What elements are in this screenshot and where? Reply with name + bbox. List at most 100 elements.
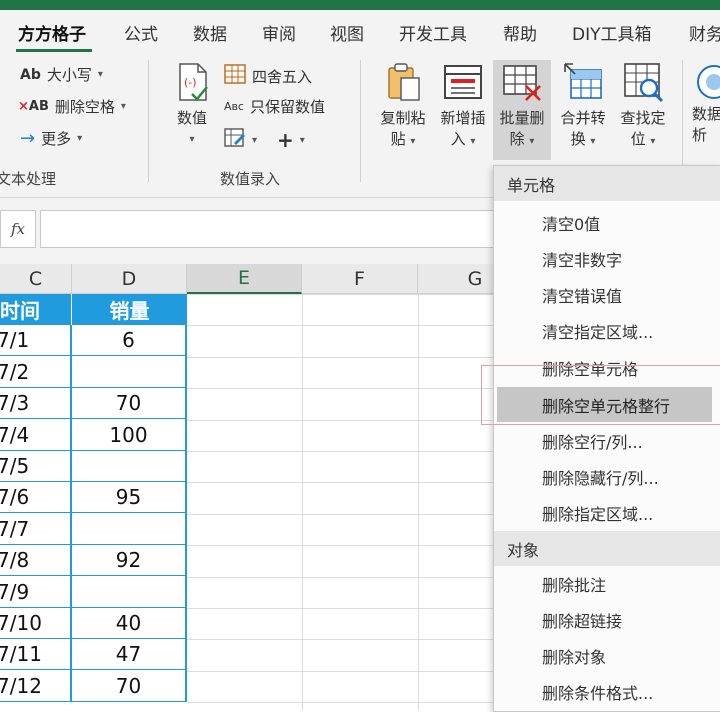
date-cell[interactable]: 7/3 — [0, 388, 72, 419]
menu-item-delete-hyperlinks[interactable]: 删除超链接 — [494, 602, 720, 637]
dropdown-caret-icon: ▾ — [529, 136, 535, 147]
round-grid-icon — [224, 64, 246, 88]
grid-hline — [187, 420, 493, 421]
insert-new-button[interactable]: 新增插 入 ▾ — [434, 60, 492, 152]
ribbon-tabs: 方方格子 公式 数据 审阅 视图 开发工具 帮助 DIY工具箱 财务 — [0, 10, 720, 52]
column-header-f[interactable]: F — [302, 264, 418, 294]
delete-space-button[interactable]: ×AB 删除空格 ▾ — [18, 96, 126, 117]
date-cell[interactable]: 7/2 — [0, 356, 72, 388]
menu-item-delete-range[interactable]: 删除指定区域... — [494, 495, 720, 530]
value-sheet-icon: (-) — [170, 60, 214, 104]
copy-paste-button[interactable]: 复制粘 贴 ▾ — [372, 60, 434, 152]
grid-hline — [187, 608, 493, 609]
grid-hline — [187, 388, 493, 389]
menu-item-delete-objects[interactable]: 删除对象 — [494, 638, 720, 673]
dropdown-caret-icon[interactable]: ▾ — [252, 135, 257, 146]
tab-formula[interactable]: 公式 — [124, 20, 158, 45]
date-cell[interactable]: 7/4 — [0, 419, 72, 451]
menu-item-clear-non-number[interactable]: 清空非数字 — [494, 241, 720, 276]
group-label-text-processing: 文本处理 — [0, 170, 57, 188]
date-cell[interactable]: 7/9 — [0, 576, 72, 608]
tab-diy-toolbox[interactable]: DIY工具箱 — [572, 20, 652, 45]
tab-developer[interactable]: 开发工具 — [399, 20, 467, 45]
batch-delete-menu: 单元格 清空0值 清空非数字 清空错误值 清空指定区域... 删除空单元格 删除… — [493, 165, 720, 712]
sales-cell[interactable]: 40 — [72, 608, 187, 639]
tab-fangfanggezi[interactable]: 方方格子 — [18, 20, 86, 45]
grid-hline — [187, 702, 493, 703]
menu-item-delete-empty-rows-cols[interactable]: 删除空行/列... — [494, 423, 720, 458]
column-header-c[interactable]: C — [0, 264, 72, 294]
tab-review[interactable]: 审阅 — [262, 20, 296, 45]
keep-value-button[interactable]: Aʙᴄ 只保留数值 — [224, 96, 325, 117]
find-locate-button[interactable]: 查找定 位 ▾ — [614, 60, 672, 152]
sales-cell[interactable]: 70 — [72, 388, 187, 419]
menu-item-delete-conditional-format[interactable]: 删除条件格式... — [494, 674, 720, 709]
dropdown-caret-icon: ▾ — [470, 136, 476, 147]
grid-hline — [187, 482, 493, 483]
sales-cell[interactable]: 95 — [72, 482, 187, 513]
sales-cell[interactable]: 92 — [72, 545, 187, 576]
clipboard-icon — [381, 60, 425, 104]
menu-item-delete-hidden-rows-cols[interactable]: 删除隐藏行/列... — [494, 459, 720, 494]
more-button[interactable]: → 更多 ▾ — [20, 128, 82, 149]
date-cell[interactable]: 7/11 — [0, 639, 72, 670]
sales-cell[interactable]: 70 — [72, 670, 187, 702]
sales-cell[interactable] — [72, 576, 187, 608]
abc-icon: Aʙᴄ — [224, 100, 244, 113]
group-separator — [148, 60, 149, 182]
sales-cell[interactable]: 100 — [72, 419, 187, 451]
menu-item-clear-zero[interactable]: 清空0值 — [494, 205, 720, 240]
sales-cell[interactable] — [72, 513, 187, 545]
find-grid-icon — [621, 60, 665, 104]
grid-hline — [187, 577, 493, 578]
group-separator — [360, 60, 361, 182]
round-button[interactable]: 四舍五入 — [224, 64, 312, 88]
insert-rows-icon — [441, 60, 485, 104]
number-format-tools: ▾ + ▾ — [224, 128, 305, 152]
sales-cell[interactable]: 6 — [72, 325, 187, 356]
menu-item-clear-error[interactable]: 清空错误值 — [494, 277, 720, 312]
dropdown-caret-icon[interactable]: ▾ — [300, 135, 305, 146]
title-bar-strip — [0, 0, 720, 10]
date-cell[interactable]: 7/7 — [0, 513, 72, 545]
column-header-e[interactable]: E — [187, 264, 302, 294]
sales-cell[interactable] — [72, 356, 187, 388]
sales-cell[interactable] — [72, 451, 187, 482]
case-button[interactable]: Ab 大小写 ▾ — [20, 64, 103, 85]
tab-finance[interactable]: 财务 — [689, 20, 720, 45]
date-cell[interactable]: 7/5 — [0, 451, 72, 482]
fx-icon[interactable]: fx — [0, 210, 36, 248]
dropdown-caret-icon: ▾ — [120, 101, 126, 112]
delete-grid-icon — [500, 60, 544, 104]
menu-section-objects: 对象 — [494, 531, 720, 566]
batch-delete-button[interactable]: 批量删 除 ▾ — [493, 60, 551, 160]
tab-view[interactable]: 视图 — [330, 20, 364, 45]
header-cell-sales[interactable]: 销量 — [72, 294, 187, 325]
edit-grid-icon[interactable] — [224, 128, 246, 152]
plus-icon[interactable]: + — [277, 128, 294, 152]
column-header-d[interactable]: D — [72, 264, 187, 294]
value-button[interactable]: (-) 数值 ▾ — [166, 60, 218, 150]
merge-convert-button[interactable]: 合并转 换 ▾ — [554, 60, 612, 152]
arrow-right-icon: → — [20, 128, 36, 149]
date-cell[interactable]: 7/8 — [0, 545, 72, 576]
date-cell[interactable]: 7/10 — [0, 608, 72, 639]
data-analysis-icon — [692, 60, 720, 104]
tab-data[interactable]: 数据 — [193, 20, 227, 45]
dropdown-caret-icon: ▾ — [650, 136, 656, 147]
group-label-number-input: 数值录入 — [220, 170, 281, 188]
data-analysis-button[interactable]: 数据 析 — [692, 60, 720, 146]
menu-item-clear-range[interactable]: 清空指定区域... — [494, 313, 720, 348]
tab-help[interactable]: 帮助 — [503, 20, 537, 45]
grid-hline — [187, 325, 493, 326]
date-cell[interactable]: 7/12 — [0, 670, 72, 702]
date-cell[interactable]: 7/6 — [0, 482, 72, 513]
grid-hline — [187, 294, 493, 295]
header-cell-time[interactable]: 时间 — [0, 294, 72, 325]
menu-item-delete-comments[interactable]: 删除批注 — [494, 566, 720, 601]
sales-cell[interactable]: 47 — [72, 639, 187, 670]
dropdown-caret-icon: ▾ — [77, 133, 83, 144]
date-cell[interactable]: 7/1 — [0, 325, 72, 356]
dropdown-caret-icon: ▾ — [189, 134, 195, 145]
grid-hline — [187, 514, 493, 515]
